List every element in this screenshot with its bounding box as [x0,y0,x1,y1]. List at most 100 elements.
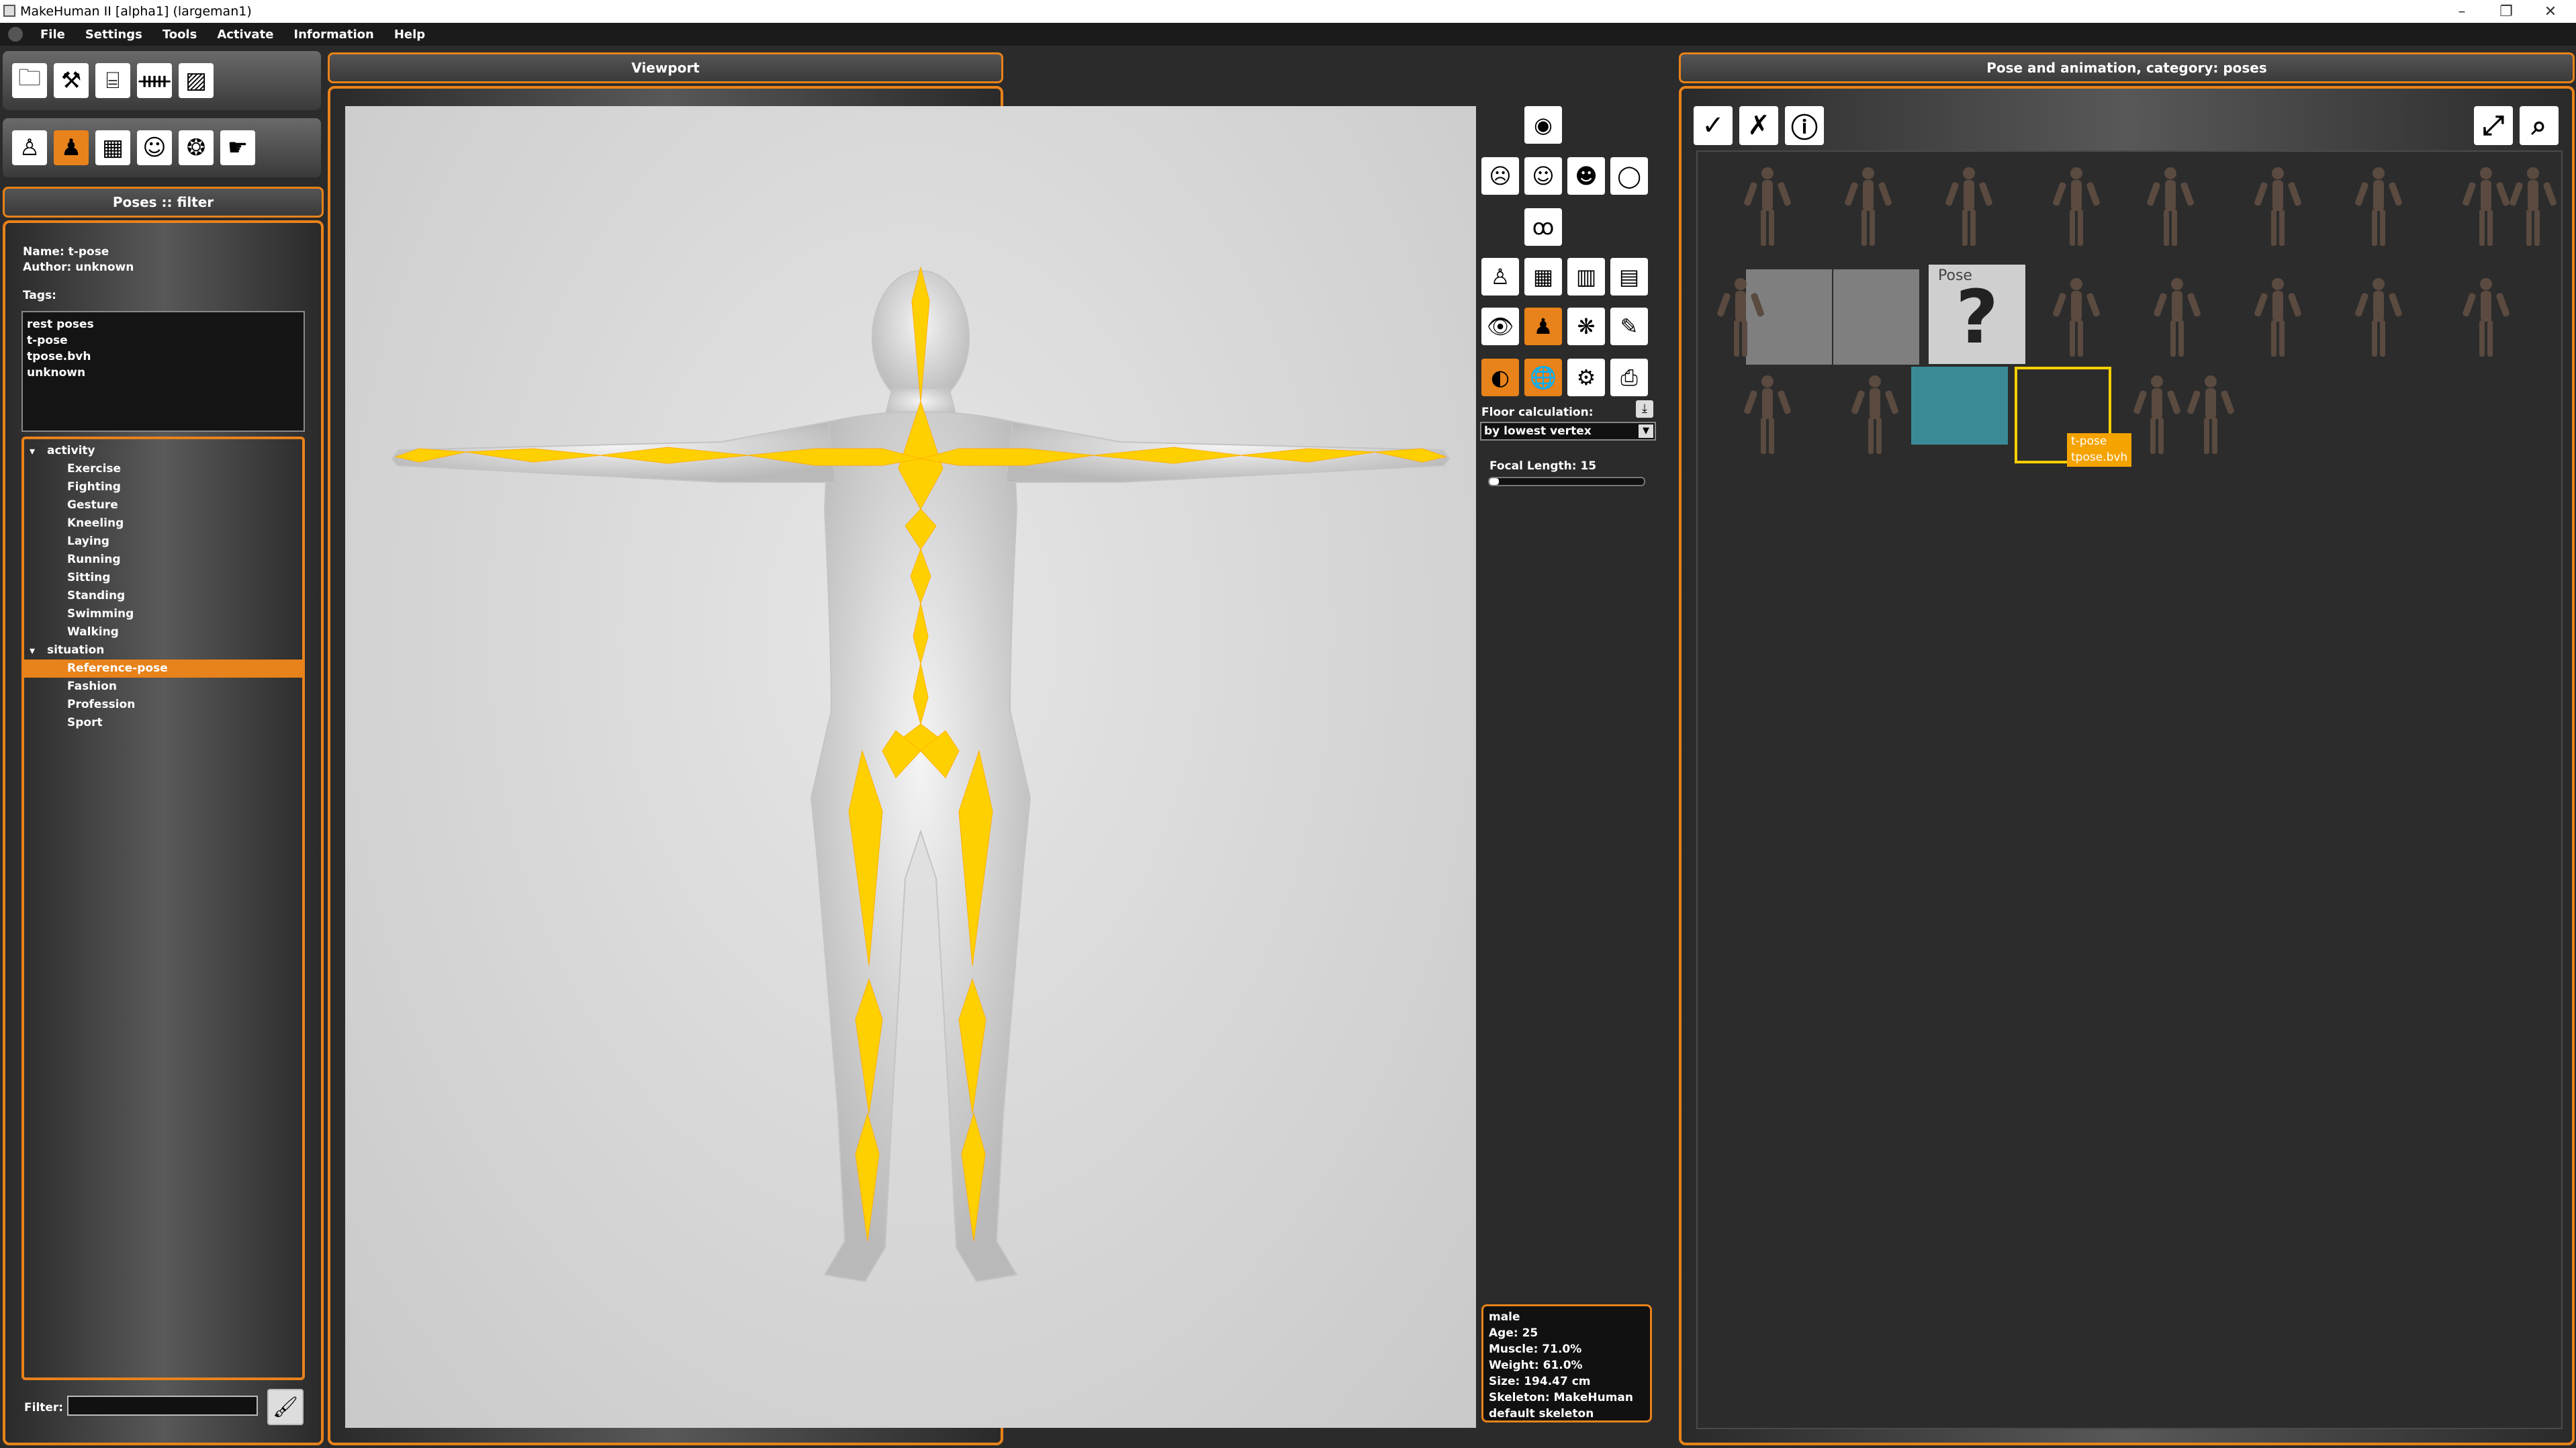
cancel-icon[interactable]: ✗ [1739,106,1778,145]
tag-item: rest poses [27,318,94,331]
pose-placeholder-thumbnail[interactable]: Pose ? [1929,265,2025,364]
tree-category-activity[interactable]: activity [24,442,302,460]
view-left-icon[interactable]: ☹ [1481,157,1519,195]
clear-filter-icon[interactable]: 🖌 [267,1389,304,1425]
minimize-icon[interactable]: – [2442,0,2482,23]
menu-tools[interactable]: Tools [163,28,197,42]
stat-muscle: Muscle: 71.0% [1489,1343,1582,1356]
tree-item[interactable]: Walking [24,623,302,641]
tags-list: rest poses t-pose tpose.bvh unknown [21,311,305,432]
tree-item[interactable]: Sport [24,714,302,732]
restore-icon[interactable]: ❐ [2486,0,2526,23]
filter-input[interactable] [67,1396,258,1416]
wireframe-icon[interactable]: ▥ [1567,258,1605,296]
visibility-icon[interactable]: 👁 [1481,308,1519,345]
tree-item[interactable]: Laying [24,533,302,551]
fullscreen-icon[interactable]: ⤢ [2474,106,2513,145]
pose-thumbnail[interactable] [2235,269,2321,365]
pose-thumbnail[interactable] [2336,159,2422,254]
pose-thumbnail[interactable] [2336,269,2422,365]
tree-item[interactable]: Fashion [24,678,302,696]
pose-thumbnail[interactable] [1724,159,1810,254]
pose-grid: Pose ? [1696,150,2563,1429]
lighting-icon[interactable]: ◐ [1481,359,1519,396]
tree-item[interactable]: Exercise [24,460,302,478]
menu-help[interactable]: Help [394,28,425,42]
face-icon[interactable]: ❂ [179,130,214,165]
left-panel-header: Poses :: filter [3,187,324,218]
viewport-canvas[interactable] [345,106,1476,1428]
pose-view-icon[interactable]: ♟ [1524,308,1562,345]
view-right-icon[interactable]: ☻ [1567,157,1605,195]
floor-calculation-select[interactable]: by lowest vertex ▼ [1480,422,1656,441]
animation-icon[interactable]: ▦ [95,130,130,165]
pose-thumbnail[interactable] [2134,269,2220,365]
info-icon[interactable]: ⓘ [1785,106,1824,145]
tree-item[interactable]: Sitting [24,569,302,587]
pose-thumbnail[interactable] [2168,367,2254,462]
tools-icon[interactable]: ⚒ [54,63,89,98]
tree-item[interactable]: Gesture [24,496,302,514]
focal-length-slider[interactable] [1488,477,1645,486]
pose-thumbnail[interactable] [2033,159,2119,254]
logo-icon [8,27,23,42]
tree-item[interactable]: Swimming [24,605,302,623]
gear-icon[interactable]: ⚙ [1567,359,1605,396]
screenshot-icon[interactable]: ⎙ [1610,359,1648,396]
load-icon[interactable]: 🗀 [12,63,47,98]
pose-info: Name: t-pose Author: unknown Tags: [23,244,134,304]
floor-download-icon[interactable]: ⤓ [1636,400,1653,418]
skeleton-toggle-icon[interactable]: ♙ [1481,258,1519,296]
hand-icon[interactable]: ☛ [220,130,255,165]
pose-thumbnail[interactable] [1724,367,1810,462]
pose-thumbnail[interactable] [2127,159,2213,254]
pose-thumbnail[interactable] [2033,269,2119,365]
sub-toolbar: ♙ ♟ ▦ ☺ ❂ ☛ [3,118,321,177]
tree-item[interactable]: Kneeling [24,514,302,533]
pose-icon[interactable]: ♟ [54,130,89,165]
view-front-icon[interactable]: ☺ [1524,157,1562,195]
pose-thumbnail[interactable] [1911,367,2008,445]
globe-icon[interactable]: 🌐 [1524,359,1562,396]
stat-size: Size: 194.47 cm [1489,1375,1591,1388]
skeleton-icon[interactable]: ♙ [12,130,47,165]
pose-thumbnail[interactable] [1926,159,2012,254]
characters-icon[interactable]: ᚔ [137,63,172,98]
tree-item[interactable]: Standing [24,587,302,605]
pose-thumbnail[interactable] [1832,367,1918,462]
pose-thumbnail[interactable] [1698,269,1784,365]
menu-settings[interactable]: Settings [85,28,142,42]
smooth-icon[interactable]: ✎ [1610,308,1648,345]
right-panel-header: Pose and animation, category: poses [1679,52,2575,83]
grid-icon[interactable]: ▦ [1524,258,1562,296]
tags-label: Tags: [23,289,56,302]
title-bar: MakeHuman II [alpha1] (largeman1) – ❐ ✕ [0,0,2576,23]
tree-item-selected[interactable]: Reference-pose [24,660,302,678]
view-bottom-icon[interactable]: ꝏ [1524,208,1562,246]
render-icon[interactable]: ▨ [179,63,214,98]
expression-icon[interactable]: ☺ [137,130,172,165]
focal-length-fill [1489,478,1499,485]
accept-icon[interactable]: ✓ [1694,106,1733,145]
tree-item[interactable]: Fighting [24,478,302,496]
tree-item[interactable]: Running [24,551,302,569]
pose-toolbar: ✓ ✗ ⓘ ⤢ ⌕ [1694,106,2564,153]
pose-thumbnail[interactable] [2235,159,2321,254]
menu-file[interactable]: File [40,28,65,42]
pose-thumbnail[interactable] [1833,269,1919,365]
pose-thumbnail[interactable] [2490,159,2576,254]
close-icon[interactable]: ✕ [2530,0,2571,23]
filter-view-icon[interactable]: ⌕ [2520,106,2559,145]
floor-icon[interactable]: ▤ [1610,258,1648,296]
pose-thumbnail[interactable] [1825,159,1911,254]
subdivide-icon[interactable]: ❋ [1567,308,1605,345]
pose-thumbnail[interactable] [2443,269,2529,365]
camera-reset-icon[interactable]: ◉ [1524,106,1562,144]
menu-information[interactable]: Information [293,28,373,42]
menu-activate[interactable]: Activate [217,28,273,42]
equipment-icon[interactable]: ⌸ [95,63,130,98]
tree-category-situation[interactable]: situation [24,641,302,660]
tree-item[interactable]: Profession [24,696,302,714]
stat-age: Age: 25 [1489,1326,1538,1340]
view-back-icon[interactable]: ◯ [1610,157,1648,195]
